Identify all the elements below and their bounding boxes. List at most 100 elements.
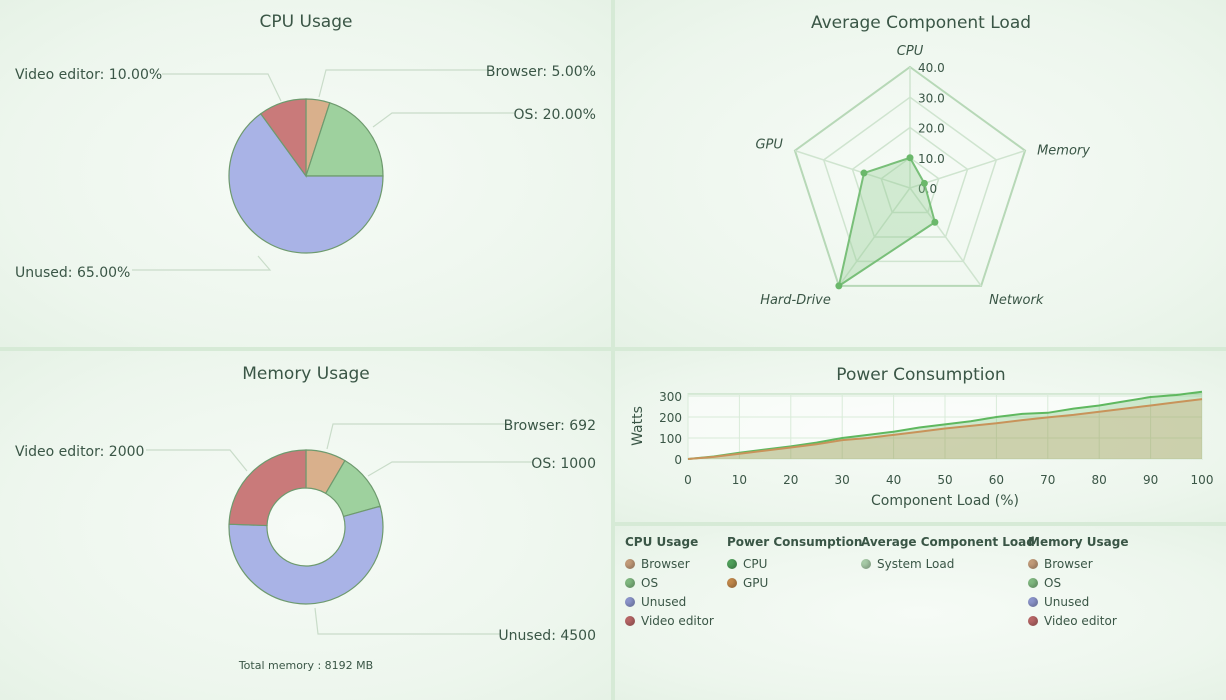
legend-item-unused[interactable]: Unused (625, 592, 714, 611)
legend-item-browser[interactable]: Browser (1028, 554, 1128, 573)
radar-axis-label-memory: Memory (1037, 144, 1090, 159)
legend-marker-icon (625, 596, 635, 607)
power-consumption-chart: Power Consumption 0 10 20 30 40 50 60 70 80 90 100… (630, 365, 1214, 509)
x-tick-label: 10 (732, 473, 747, 487)
y-tick-label: 0 (674, 453, 682, 467)
legend-item-label: GPU (743, 575, 769, 590)
memory-usage-chart: Memory Usage Browser: 692 OS: 1000 Unuse… (15, 364, 596, 672)
x-tick-label: 80 (1092, 473, 1107, 487)
slice-label-unused: Unused: 4500 (498, 628, 596, 644)
legend-marker-icon (1028, 596, 1038, 607)
total-memory-note: Total memory : 8192 MB (238, 659, 373, 672)
legend-group-cpu-usage: CPU Usage Browser OS Unused Video editor (625, 535, 714, 630)
legend-item-video-editor[interactable]: Video editor (625, 611, 714, 630)
radar-series-area (837, 156, 937, 289)
legend-item-cpu[interactable]: CPU (727, 554, 862, 573)
component-load-panel: Average Component Load 0.0 10.0 20.0 30.0 40… (615, 0, 1226, 347)
x-tick-label: 70 (1040, 473, 1055, 487)
callout-line-unused (314, 607, 500, 635)
legend-item-label: Browser (641, 556, 690, 571)
cpu-usage-title: CPU Usage (260, 12, 353, 32)
x-tick-label: 0 (684, 473, 692, 487)
legend-item-label: Browser (1044, 556, 1093, 571)
legend-item-unused[interactable]: Unused (1028, 592, 1128, 611)
legend-group-power-consumption: Power Consumption CPU GPU (727, 535, 862, 592)
legend-item-label: Video editor (641, 613, 714, 628)
slice-label-video-editor: Video editor: 2000 (15, 444, 144, 460)
radar-axis-label-hard-drive: Hard-Drive (760, 293, 831, 308)
radar-tick-label: 10.0 (918, 152, 945, 166)
component-load-title: Average Component Load (811, 13, 1031, 33)
memory-usage-panel: Memory Usage Browser: 692 OS: 1000 Unuse… (0, 351, 611, 700)
legend-marker-icon (625, 558, 635, 569)
slice-label-os: OS: 20.00% (514, 107, 596, 123)
legend-item-video-editor[interactable]: Video editor (1028, 611, 1128, 630)
legend-group-average-component-load: Average Component Load System Load (861, 535, 1035, 573)
radar-axis-label-gpu: GPU (755, 138, 783, 153)
radar-axis-label-network: Network (989, 293, 1044, 308)
legend-item-label: Video editor (1044, 613, 1117, 628)
radar-point[interactable] (931, 218, 939, 226)
x-tick-label: 40 (886, 473, 901, 487)
legend-item-label: OS (1044, 575, 1062, 590)
callout-line-os (367, 461, 532, 477)
cpu-usage-chart: CPU Usage Browser: 5.00% OS: 20.00% Unus… (15, 12, 596, 281)
slice-label-browser: Browser: 692 (504, 418, 596, 434)
legend-group-title: Average Component Load (861, 535, 1035, 549)
callout-line-browser (318, 69, 492, 98)
legend-marker-icon (861, 558, 871, 569)
x-tick-label: 50 (937, 473, 952, 487)
x-tick-label: 60 (989, 473, 1004, 487)
component-load-chart: Average Component Load 0.010.020.030.040… (755, 13, 1090, 308)
legend-marker-icon (727, 577, 737, 588)
y-tick-label: 200 (659, 411, 682, 425)
callout-line-video-editor (146, 449, 248, 472)
legend-item-browser[interactable]: Browser (625, 554, 714, 573)
x-tick-label: 20 (783, 473, 798, 487)
x-axis-label: Component Load (%) (871, 493, 1019, 509)
cpu-usage-panel: CPU Usage Browser: 5.00% OS: 20.00% Unus… (0, 0, 611, 347)
y-tick-label: 100 (659, 432, 682, 446)
radar-axis-label-cpu: CPU (897, 44, 924, 59)
radar-tick-label: 20.0 (918, 122, 945, 136)
legend-item-label: System Load (877, 556, 955, 571)
legend-marker-icon (727, 558, 737, 569)
legend-item-label: OS (641, 575, 659, 590)
legend-item-system-load[interactable]: System Load (861, 554, 1035, 573)
radar-point[interactable] (860, 169, 868, 177)
legend-marker-icon (1028, 558, 1038, 569)
legend-group-memory-usage: Memory Usage Browser OS Unused Video editor (1028, 535, 1128, 630)
power-consumption-title: Power Consumption (836, 365, 1005, 385)
legend-marker-icon (1028, 615, 1038, 626)
radar-tick-label: 30.0 (918, 91, 945, 105)
x-tick-label: 30 (835, 473, 850, 487)
slice-label-video-editor: Video editor: 10.00% (15, 67, 162, 83)
radar-tick-label: 40.0 (918, 61, 945, 75)
y-tick-label: 300 (659, 390, 682, 404)
legend-marker-icon (625, 615, 635, 626)
legend-item-label: Unused (1044, 594, 1090, 609)
slice-label-unused: Unused: 65.00% (15, 265, 130, 281)
radar-point[interactable] (835, 282, 843, 290)
legend-marker-icon (625, 577, 635, 588)
legend-item-gpu[interactable]: GPU (727, 573, 862, 592)
callout-line-video-editor (162, 73, 282, 102)
legend-item-label: Unused (641, 594, 687, 609)
legend-group-title: Memory Usage (1028, 535, 1129, 549)
memory-usage-title: Memory Usage (242, 364, 370, 384)
callout-line-os (372, 112, 514, 128)
legend-item-os[interactable]: OS (625, 573, 714, 592)
x-tick-label: 100 (1191, 473, 1214, 487)
x-tick-label: 90 (1143, 473, 1158, 487)
legend-item-os[interactable]: OS (1028, 573, 1128, 592)
callout-line-unused (132, 255, 272, 271)
legend-group-title: CPU Usage (625, 535, 699, 549)
legend-marker-icon (1028, 577, 1038, 588)
slice-label-browser: Browser: 5.00% (486, 64, 596, 80)
legend-group-title: Power Consumption (727, 535, 863, 549)
radar-point[interactable] (920, 179, 928, 187)
radar-point[interactable] (906, 154, 914, 162)
pie-slice-video-editor[interactable] (228, 449, 307, 527)
legend-item-label: CPU (743, 556, 768, 571)
callout-line-browser (326, 423, 508, 450)
